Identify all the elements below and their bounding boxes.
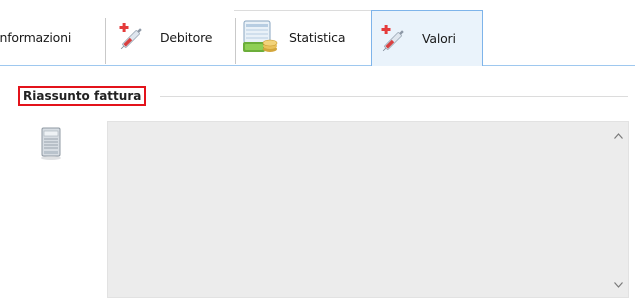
tab-informazioni-label: Informazioni	[0, 29, 72, 45]
window: Informazioni Debitore Statistica Valori …	[0, 0, 635, 306]
tab-debitore[interactable]: Debitore	[110, 10, 234, 64]
tab-baseline	[0, 65, 371, 66]
tabstrip: Informazioni Debitore Statistica Valori	[0, 10, 635, 66]
scroll-down-arrow[interactable]	[614, 281, 623, 289]
invoice-summary-textarea[interactable]	[107, 121, 629, 298]
section-title: Riassunto fattura	[23, 89, 142, 103]
syringe-icon	[372, 18, 414, 60]
document-icon	[36, 126, 66, 162]
section-divider	[160, 96, 628, 97]
tab-statistica-label: Statistica	[289, 29, 346, 45]
tab-informazioni[interactable]: Informazioni	[0, 10, 104, 64]
tab-valori[interactable]: Valori	[371, 10, 483, 66]
tab-debitore-label: Debitore	[160, 29, 213, 45]
tab-separator	[235, 18, 236, 64]
tab-statistica[interactable]: Statistica	[239, 10, 367, 64]
tab-separator	[105, 18, 106, 64]
tab-baseline-right	[483, 65, 635, 66]
statistics-icon	[239, 16, 281, 58]
tab-valori-label: Valori	[422, 31, 456, 46]
scroll-up-arrow[interactable]	[614, 132, 623, 140]
syringe-icon	[110, 16, 152, 58]
section-title-highlight: Riassunto fattura	[18, 86, 147, 106]
